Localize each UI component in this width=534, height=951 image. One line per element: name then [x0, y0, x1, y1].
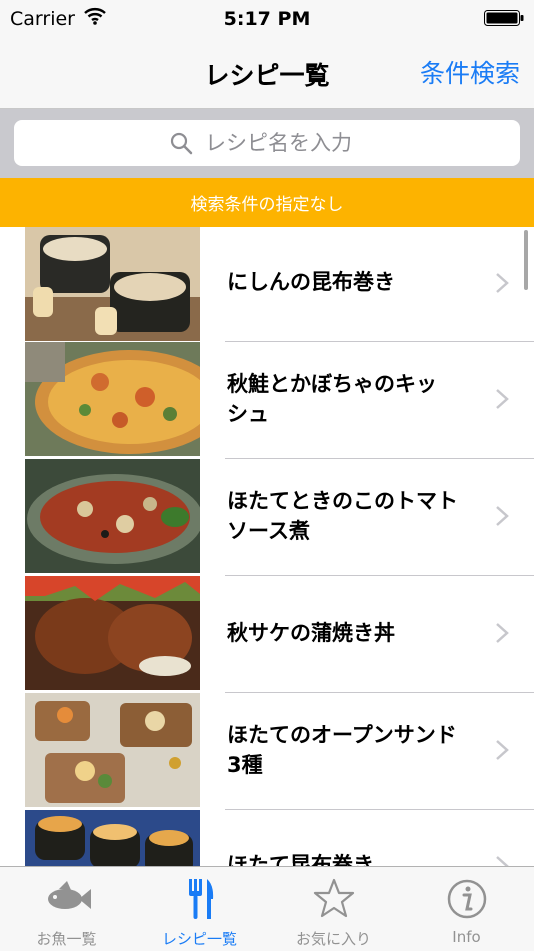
battery-icon — [484, 10, 524, 26]
recipe-thumbnail — [25, 810, 200, 866]
status-bar: Carrier 5:17 PM — [0, 0, 534, 38]
tab-label: レシピ一覧 — [161, 930, 237, 948]
recipe-title: 秋鮭とかぼちゃのキッ シュ — [227, 372, 437, 426]
search-area — [0, 109, 534, 178]
tab-label: Info — [452, 928, 481, 946]
tab-favorites[interactable]: お気に入り — [267, 867, 400, 951]
recipe-title: 秋サケの蒲焼き丼 — [227, 621, 395, 645]
recipe-row[interactable]: ほたてのオープンサンド 3種 — [0, 693, 534, 810]
filter-status-text: 検索条件の指定なし — [190, 195, 344, 215]
fork-knife-icon — [189, 879, 214, 919]
recipe-thumbnail — [25, 576, 200, 690]
recipe-thumbnail — [25, 459, 200, 573]
recipe-row[interactable]: 秋鮭とかぼちゃのキッ シュ — [0, 342, 534, 459]
tab-info[interactable]: Info — [400, 867, 533, 951]
recipe-row[interactable]: にしんの昆布巻き — [0, 227, 534, 344]
recipe-row[interactable]: ほたてときのこのトマト ソース煮 — [0, 459, 534, 576]
chevron-right-icon — [496, 740, 509, 760]
navigation-bar: レシピ一覧 条件検索 — [0, 38, 534, 109]
scroll-indicator[interactable] — [524, 230, 528, 290]
tab-recipe-list[interactable]: レシピ一覧 — [133, 867, 266, 951]
chevron-right-icon — [496, 389, 509, 409]
recipe-title: ほたてときのこのトマト ソース煮 — [227, 489, 458, 543]
recipe-row[interactable]: ほたて昆布巻き — [0, 810, 534, 866]
recipe-list: にしんの昆布巻き 秋鮭とかぼちゃのキッ シュ ほたてときのこのトマト ソース煮 … — [0, 227, 534, 866]
recipe-title: ほたて昆布巻き — [227, 853, 374, 866]
recipe-title: ほたてのオープンサンド 3種 — [227, 723, 457, 777]
chevron-right-icon — [496, 856, 509, 866]
recipe-title: にしんの昆布巻き — [227, 270, 395, 294]
tab-bar: お魚一覧 レシピ一覧 お気に入り Info — [0, 866, 534, 951]
recipe-thumbnail — [25, 342, 200, 456]
recipe-row[interactable]: 秋サケの蒲焼き丼 — [0, 576, 534, 693]
search-box[interactable] — [14, 120, 520, 166]
filter-search-button[interactable]: 条件検索 — [420, 54, 520, 90]
search-icon — [170, 132, 193, 155]
tab-fish-list[interactable]: お魚一覧 — [0, 867, 133, 951]
status-time: 5:17 PM — [223, 8, 311, 30]
star-icon — [313, 878, 355, 918]
tab-label: お気に入り — [295, 930, 371, 948]
chevron-right-icon — [496, 623, 509, 643]
tab-label: お魚一覧 — [36, 930, 97, 948]
info-icon — [447, 879, 487, 919]
chevron-right-icon — [496, 273, 509, 293]
filter-status-banner: 検索条件の指定なし — [0, 178, 534, 227]
fish-icon — [48, 881, 91, 909]
search-input[interactable] — [205, 131, 365, 155]
chevron-right-icon — [496, 506, 509, 526]
recipe-thumbnail — [25, 693, 200, 807]
recipe-thumbnail — [25, 227, 200, 341]
